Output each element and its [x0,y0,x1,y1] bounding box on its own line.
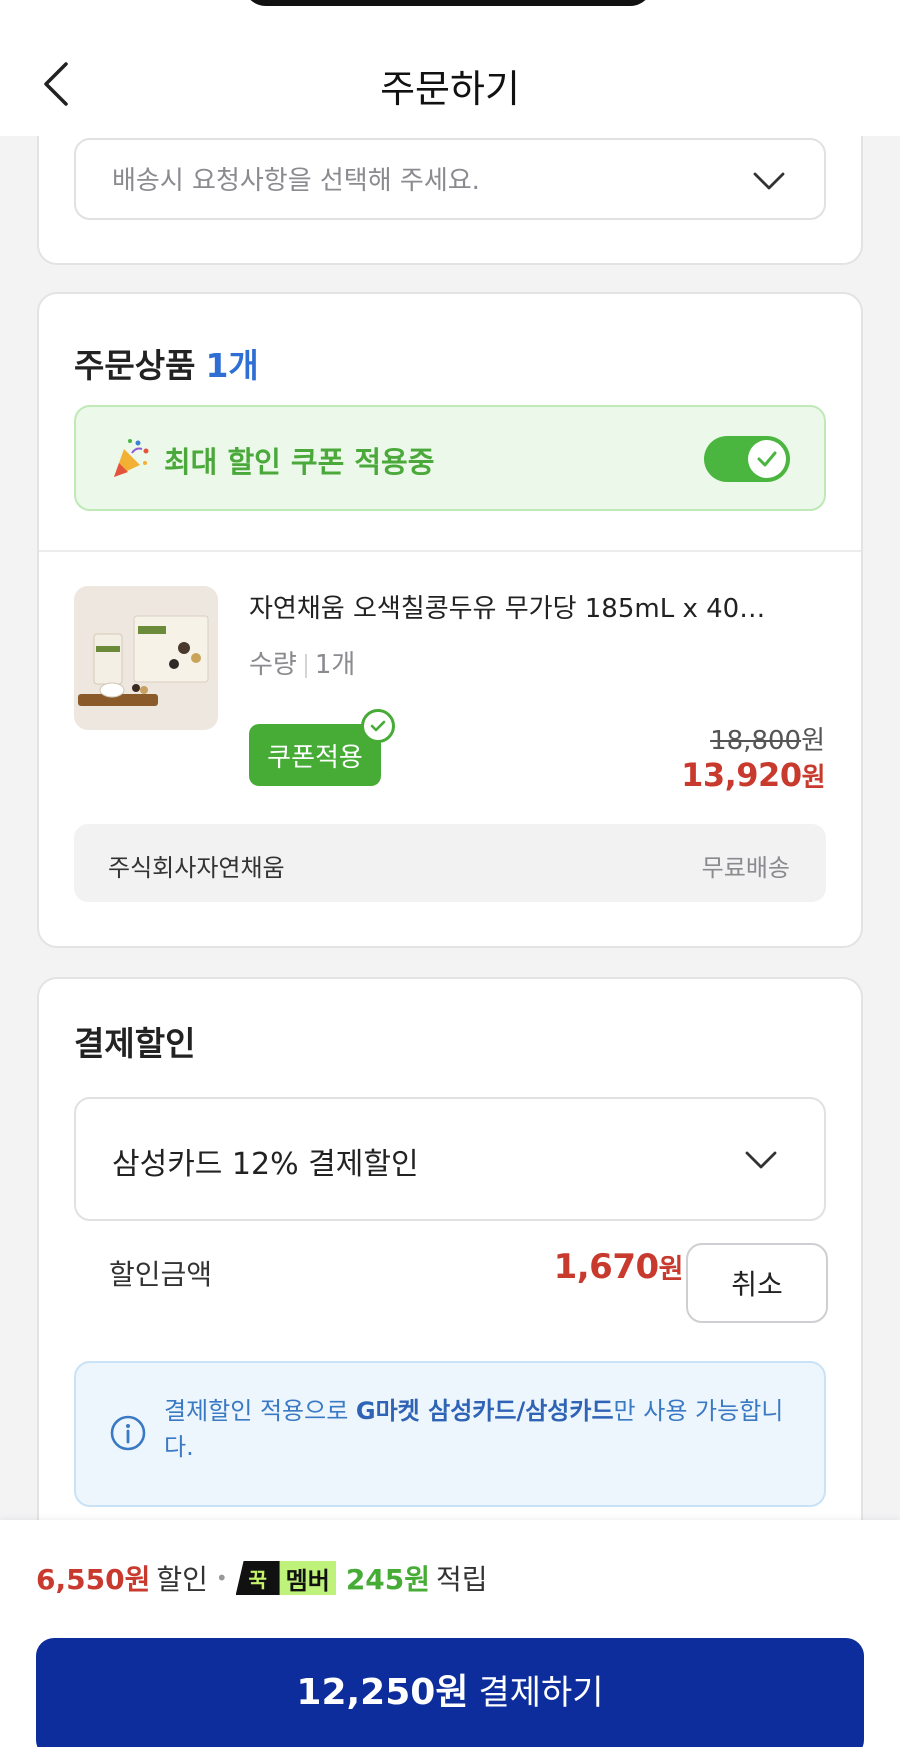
coupon-applied-badge: 쿠폰적용 [249,724,381,786]
payment-discount-select[interactable]: 삼성카드 12% 결제할인 [74,1097,826,1221]
qty-value: 1개 [314,650,356,680]
badge-check-icon [361,709,395,743]
section-divider [39,550,861,552]
info-icon [110,1415,146,1451]
seller-name: 주식회사자연채움 [108,854,285,882]
sale-price: 13,920원 [681,756,825,794]
member-badge: 꾹 멤버 [235,1561,336,1595]
original-price-value: 18,800 [710,726,802,756]
discount-amount: 1,670원 [519,1247,684,1287]
chevron-down-icon [753,172,785,190]
reward-points: 245원 [345,1563,431,1596]
qty-separator [304,653,307,678]
product-quantity: 수량 1개 [249,644,355,681]
discount-amount-value: 1,670 [553,1247,660,1287]
pay-amount: 12,250원 [296,1672,469,1713]
device-notch [243,0,653,6]
points-label: 적립 [436,1563,488,1596]
top-header: 주문하기 [0,0,900,136]
checkout-bar: 6,550원 할인 • 꾹 멤버 245원 적립 12,250원 결제하기 [0,1520,900,1747]
delivery-request-select[interactable]: 배송시 요청사항을 선택해 주세요. [74,138,826,220]
product-image[interactable] [74,586,218,730]
sale-price-value: 13,920 [681,756,802,794]
sale-price-unit: 원 [801,763,826,793]
member-badge-left: 꾹 [235,1561,280,1595]
info-text-pre: 결제할인 적용으로 [164,1397,356,1425]
discount-label: 할인 [156,1563,208,1596]
coupon-toggle[interactable] [704,436,790,482]
original-price-unit: 원 [801,726,825,756]
benefit-summary: 6,550원 할인 • 꾹 멤버 245원 적립 [36,1558,488,1598]
total-discount: 6,550원 [36,1563,151,1596]
page-title: 주문하기 [380,67,520,111]
product-name[interactable]: 자연채움 오색칠콩두유 무가당 185mL x 40… [249,588,829,625]
payment-discount-card: 결제할인 삼성카드 12% 결제할인 할인금액 1,670원 취소 결제할인 적… [37,977,863,1597]
coupon-banner-text: 최대 할인 쿠폰 적용중 [164,445,435,479]
order-section-title: 주문상품 1개 [74,339,259,387]
shipping-fee: 무료배송 [701,854,790,882]
check-icon [757,451,777,467]
payment-discount-title: 결제할인 [74,1024,196,1063]
party-popper-icon [114,439,149,477]
order-products-card: 주문상품 1개 최대 할인 쿠폰 적용중 자연채움 오색칠콩두유 무가당 185… [37,292,863,948]
cancel-discount-button[interactable]: 취소 [686,1243,828,1323]
discount-amount-label: 할인금액 [109,1258,213,1291]
order-section-label: 주문상품 [74,346,196,385]
check-mark [370,720,386,732]
coupon-banner: 최대 할인 쿠폰 적용중 [74,405,826,511]
member-badge-right: 멤버 [279,1561,336,1595]
toggle-knob [748,440,786,478]
product-image-graphic [74,586,218,730]
chevron-down-icon [745,1151,777,1169]
discount-info-text: 결제할인 적용으로 G마켓 삼성카드/삼성카드만 사용 가능합니다. [164,1393,804,1465]
seller-row: 주식회사자연채움 무료배송 [74,824,826,902]
original-price: 18,800원 [710,720,825,757]
discount-info-box: 결제할인 적용으로 G마켓 삼성카드/삼성카드만 사용 가능합니다. [74,1361,826,1507]
info-text-bold: G마켓 삼성카드/삼성카드 [355,1397,614,1425]
discount-amount-unit: 원 [658,1254,684,1285]
pay-label: 결제하기 [478,1673,604,1713]
pay-button[interactable]: 12,250원 결제하기 [36,1638,864,1747]
order-count: 1개 [205,346,259,385]
qty-label: 수량 [249,650,297,680]
payment-discount-selected: 삼성카드 12% 결제할인 [112,1147,419,1182]
separator-dot: • [215,1566,228,1590]
delivery-request-placeholder: 배송시 요청사항을 선택해 주세요. [112,166,480,196]
